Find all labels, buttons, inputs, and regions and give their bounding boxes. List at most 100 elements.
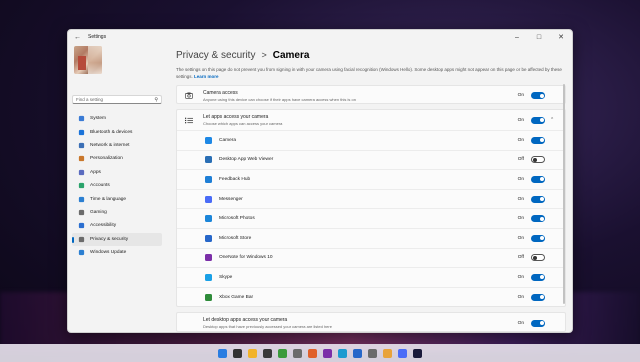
bluetooth-icon [78,129,85,136]
sidebar-item-accessibility[interactable]: Accessibility [72,219,162,232]
maximize-icon: □ [536,33,542,41]
app-toggle-state: On [517,235,524,241]
app-toggle-state: On [517,196,524,202]
breadcrumb-parent[interactable]: Privacy & security [176,50,255,61]
premiere-icon[interactable] [413,348,422,358]
app-name: Messenger [219,196,243,202]
sidebar-item-label: Privacy & security [90,236,129,242]
let-apps-title: Let apps access your camera [203,114,269,120]
app-toggle[interactable] [531,254,545,262]
breadcrumb-current: Camera [272,49,310,61]
app-name: Camera [219,137,237,143]
sidebar-item-accounts[interactable]: Accounts [72,179,162,192]
sidebar-item-label: Time & language [90,196,127,202]
chrome-icon[interactable] [278,348,287,358]
app-toggle[interactable] [531,156,545,164]
taskbar [0,344,640,362]
app-row: Camera On [177,130,565,150]
search-icon: ⚲ [154,96,158,103]
folder-icon[interactable] [383,348,392,358]
let-apps-card: Let apps access your camera Choose which… [176,109,566,308]
app-row: Microsoft Photos On [177,208,565,228]
sidebar-item-label: Bluetooth & devices [90,129,133,135]
breadcrumb-separator: > [261,50,267,60]
apps-icon [78,169,85,176]
search-icon[interactable] [233,348,242,358]
store-icon[interactable] [353,348,362,358]
profile[interactable] [72,44,162,94]
app-name: OneNote for Windows 10 [219,255,273,261]
maximize-button[interactable]: □ [528,30,550,44]
app-toggle-state: On [517,137,524,143]
sidebar-item-gaming[interactable]: Gaming [72,206,162,219]
app-row: Skype On [177,267,565,287]
app-icon [205,215,212,223]
app-row: Microsoft Store On [177,227,565,248]
app-icon [205,136,212,144]
chrome-beta-icon[interactable] [293,348,302,358]
app-toggle-state: On [517,274,524,280]
app-icon [205,293,212,301]
sidebar-item-label: Accounts [90,183,110,189]
chevron-up-icon[interactable]: ⌃ [550,117,555,123]
sidebar-item-apps[interactable]: Apps [72,166,162,179]
close-button[interactable]: ✕ [550,30,572,44]
main-content: Privacy & security > Camera The settings… [176,44,566,332]
app-toggle[interactable] [531,195,545,203]
app-icon [205,234,212,242]
windows-start-icon[interactable] [218,348,227,358]
app-row: Messenger On [177,188,565,209]
app-toggle-state: On [517,294,524,300]
app-toggle-state: Off [517,157,524,163]
onenote-icon[interactable] [323,348,332,358]
app-orange-icon[interactable] [308,348,317,358]
messenger-icon[interactable] [398,348,407,358]
camera-access-toggle[interactable] [531,92,545,99]
sidebar-item-bluetooth-devices[interactable]: Bluetooth & devices [72,125,162,138]
app-toggle[interactable] [531,273,545,281]
sidebar-item-label: Personalization [90,156,123,162]
back-arrow-icon[interactable]: ← [74,34,84,41]
title-bar: ← Settings – □ ✕ [68,30,572,44]
sidebar-item-personalization[interactable]: Personalization [72,152,162,165]
sidebar-item-label: Accessibility [90,223,117,229]
search-input[interactable]: Find a setting ⚲ [72,95,162,104]
scrollbar[interactable] [563,84,565,304]
app-toggle-state: On [517,216,524,222]
desktop-apps-description: Desktop apps that have previously access… [203,324,332,330]
sidebar-item-windows-update[interactable]: Windows Update [72,246,162,259]
app-toggle[interactable] [531,215,545,223]
settings-window: ← Settings – □ ✕ Find a setting ⚲ System… [67,29,573,333]
sidebar-item-privacy-security[interactable]: Privacy & security [72,232,162,246]
sidebar-item-system[interactable]: System [72,112,162,125]
file-explorer-icon[interactable] [248,348,257,358]
update-icon [78,249,85,256]
app-name: Skype [219,274,233,280]
app-icon [205,195,212,203]
app-name: Xbox Game Bar [219,294,254,300]
desktop-apps-card: Let desktop apps access your camera Desk… [176,312,566,332]
minimize-button[interactable]: – [506,30,528,44]
sidebar-item-network-internet[interactable]: Network & internet [72,139,162,152]
app-toggle[interactable] [531,293,545,301]
badge-app-icon[interactable] [263,348,272,358]
learn-more-link[interactable]: Learn more [194,74,219,79]
settings-icon[interactable] [368,348,377,358]
let-apps-toggle[interactable] [531,116,545,124]
desktop-apps-toggle[interactable] [531,319,545,327]
sidebar-item-label: Network & internet [90,142,130,148]
camera-access-title: Camera access [203,89,238,96]
app-row: Desktop App Web Viewer Off [177,149,565,170]
system-icon [78,115,85,122]
app-toggle[interactable] [531,136,545,144]
app-icon [205,156,212,164]
edge-icon[interactable] [338,348,347,358]
app-toggle[interactable] [531,175,545,183]
app-toggle[interactable] [531,234,545,242]
sidebar-item-time-language[interactable]: Time & language [72,192,162,205]
sidebar: Find a setting ⚲ System Bluetooth & devic… [68,44,166,332]
app-title: Settings [88,34,107,40]
app-name: Microsoft Photos [219,216,255,222]
app-icon [205,273,212,281]
avatar [74,46,102,74]
